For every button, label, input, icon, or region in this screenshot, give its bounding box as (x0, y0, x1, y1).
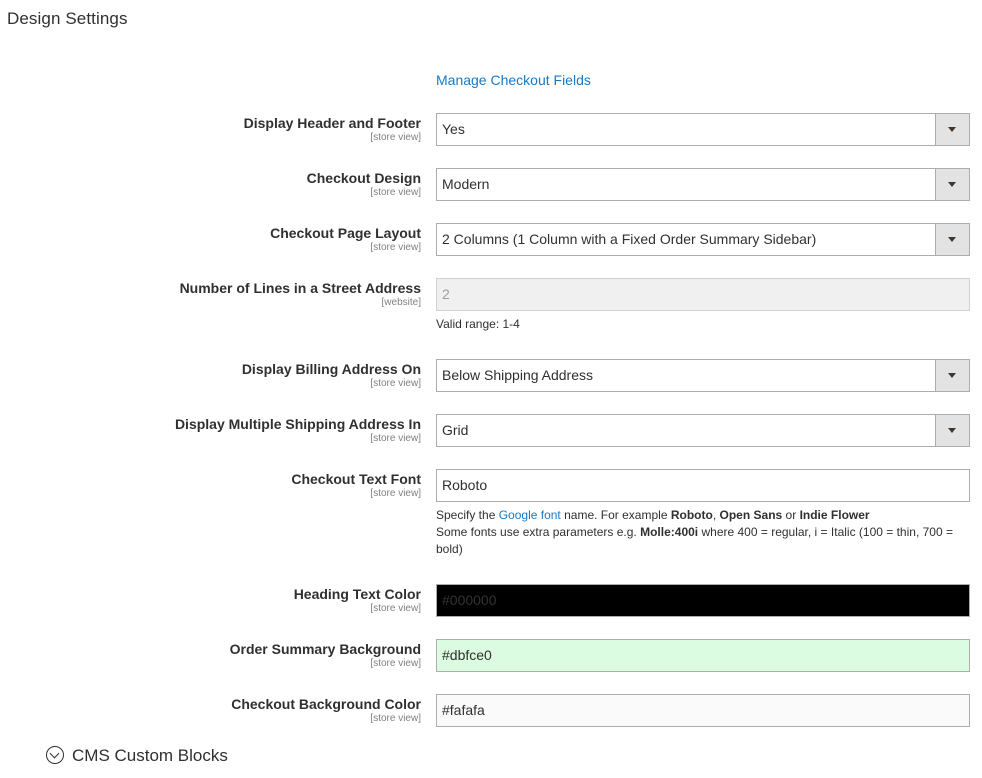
select-value: Below Shipping Address (442, 367, 593, 383)
field-label: Checkout Text Font (291, 471, 421, 487)
label-checkout-bg: Checkout Background Color [store view] (231, 696, 421, 726)
street-lines-note: Valid range: 1-4 (436, 317, 520, 331)
label-heading-color: Heading Text Color [store view] (294, 586, 421, 616)
text-font-note: Specify the Google font name. For exampl… (436, 508, 953, 556)
select-value: Yes (442, 121, 465, 137)
field-label: Display Header and Footer (243, 115, 421, 131)
input-value: #fafafa (442, 702, 485, 718)
field-label: Display Multiple Shipping Address In (174, 416, 421, 432)
chevron-down-icon[interactable] (935, 169, 969, 200)
field-label: Display Billing Address On (241, 361, 421, 377)
scope-label: [store view] (370, 242, 421, 253)
scope-label: [store view] (370, 132, 421, 143)
select-value: Grid (442, 422, 469, 438)
label-multi-shipping: Display Multiple Shipping Address In [st… (175, 416, 421, 446)
input-value: Roboto (442, 477, 488, 493)
field-label: Heading Text Color (293, 586, 421, 602)
input-value: #dbfce0 (442, 647, 492, 663)
field-label: Checkout Page Layout (270, 225, 421, 241)
scope-label: [store view] (370, 713, 421, 724)
section-title: Design Settings (7, 9, 128, 28)
street-lines-input: 2 (436, 278, 970, 311)
field-label: Number of Lines in a Street Address (179, 280, 421, 296)
input-value: #000000 (442, 592, 497, 608)
select-value: Modern (442, 176, 490, 192)
google-font-link[interactable]: Google font (499, 508, 561, 522)
label-summary-bg: Order Summary Background [store view] (230, 641, 421, 671)
label-page-layout: Checkout Page Layout [store view] (270, 225, 421, 255)
page-layout-select[interactable]: 2 Columns (1 Column with a Fixed Order S… (436, 223, 970, 256)
scope-label: [website] (381, 297, 421, 308)
scope-label: [store view] (370, 433, 421, 444)
chevron-down-icon[interactable] (935, 114, 969, 145)
label-billing-address: Display Billing Address On [store view] (242, 361, 421, 391)
field-label: Order Summary Background (229, 641, 421, 657)
chevron-down-circle-icon[interactable] (46, 745, 64, 764)
heading-color-input[interactable]: #000000 (436, 584, 970, 617)
summary-bg-input[interactable]: #dbfce0 (436, 639, 970, 672)
label-street-lines: Number of Lines in a Street Address [web… (180, 280, 421, 310)
cms-custom-blocks-label: CMS Custom Blocks (72, 746, 228, 765)
scope-label: [store view] (370, 488, 421, 499)
label-checkout-design: Checkout Design [store view] (307, 170, 421, 200)
scope-label: [store view] (370, 658, 421, 669)
field-label: Checkout Background Color (231, 696, 421, 712)
label-text-font: Checkout Text Font [store view] (291, 471, 421, 501)
chevron-down-icon[interactable] (935, 360, 969, 391)
billing-address-select[interactable]: Below Shipping Address (436, 359, 970, 392)
cms-custom-blocks-toggle[interactable]: CMS Custom Blocks (46, 745, 228, 766)
input-value: 2 (442, 286, 450, 302)
select-value: 2 Columns (1 Column with a Fixed Order S… (442, 231, 817, 247)
scope-label: [store view] (370, 603, 421, 614)
text-font-input[interactable]: Roboto (436, 469, 970, 502)
checkout-bg-input[interactable]: #fafafa (436, 694, 970, 727)
scope-label: [store view] (370, 378, 421, 389)
chevron-down-icon[interactable] (935, 415, 969, 446)
manage-checkout-fields-link[interactable]: Manage Checkout Fields (436, 72, 591, 88)
scope-label: [store view] (370, 187, 421, 198)
chevron-down-icon[interactable] (935, 224, 969, 255)
label-header-footer: Display Header and Footer [store view] (244, 115, 421, 145)
field-label: Checkout Design (306, 170, 421, 186)
header-footer-select[interactable]: Yes (436, 113, 970, 146)
checkout-design-select[interactable]: Modern (436, 168, 970, 201)
multi-shipping-select[interactable]: Grid (436, 414, 970, 447)
